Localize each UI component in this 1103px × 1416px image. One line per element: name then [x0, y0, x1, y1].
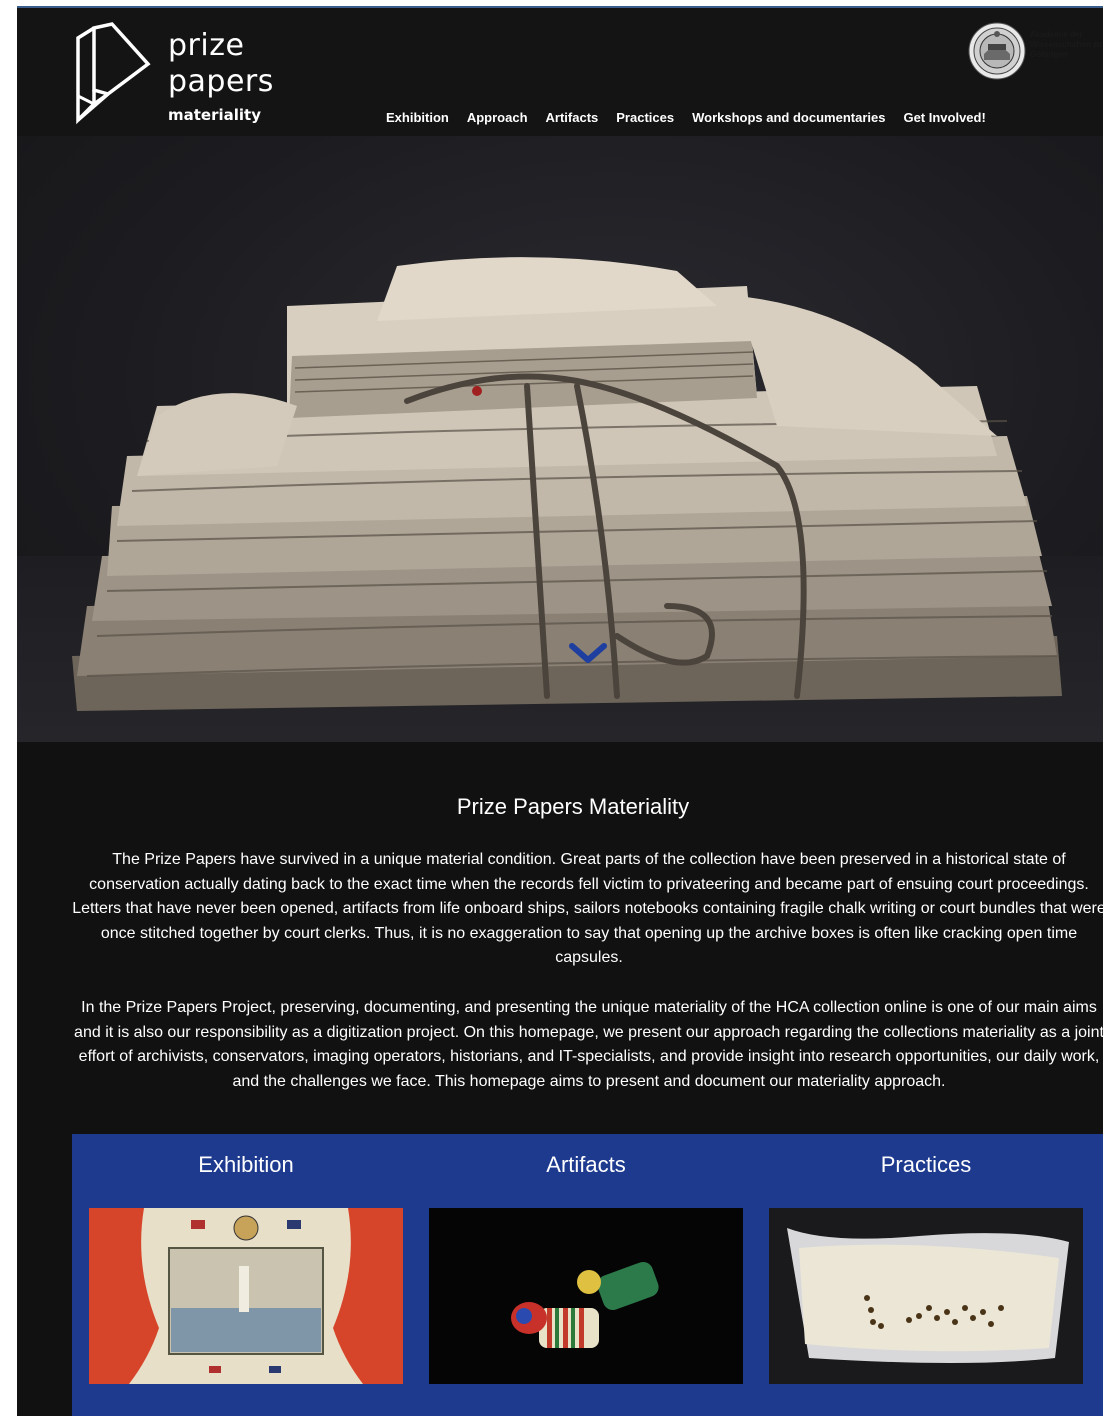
nav-approach[interactable]: Approach [467, 108, 528, 130]
nav-artifacts[interactable]: Artifacts [546, 108, 599, 130]
intro-title: Prize Papers Materiality [456, 794, 690, 819]
top-border [0, 0, 1103, 8]
lighthouse-painting-image [89, 1208, 403, 1384]
card-exhibition[interactable]: Exhibition [89, 1134, 403, 1416]
stack-of-old-papers-image [72, 257, 1062, 711]
card-artifacts-title: Artifacts [546, 1152, 626, 1177]
section-cards: Exhibition Artifacts Practices [72, 1134, 1103, 1416]
logo-subtitle: materiality [168, 106, 261, 124]
page: prize papers materiality Akademie der Wi… [17, 8, 1103, 1416]
chevron-down-icon[interactable] [568, 640, 608, 668]
nav-practices[interactable]: Practices [616, 108, 674, 130]
striped-beads-image [429, 1208, 743, 1384]
academy-seal-icon [968, 22, 1026, 80]
card-practices-title: Practices [880, 1152, 972, 1177]
nav-exhibition[interactable]: Exhibition [386, 108, 449, 130]
nav-get-involved[interactable]: Get Involved! [903, 108, 985, 130]
intro-paragraph-2: In the Prize Papers Project, preserving,… [74, 999, 1103, 1090]
main-nav: Exhibition Approach Artifacts Practices … [386, 108, 1004, 130]
academy-seal-link[interactable] [968, 22, 1026, 80]
card-artifacts[interactable]: Artifacts [429, 1134, 743, 1416]
site-logo[interactable]: prize papers materiality [72, 20, 302, 130]
card-practices[interactable]: Practices [769, 1134, 1083, 1416]
seeds-in-paper-image [769, 1208, 1083, 1384]
logo-word-prize: prize [168, 28, 245, 63]
logo-word-papers: papers [168, 64, 274, 99]
site-header: prize papers materiality Akademie der Wi… [17, 8, 1103, 136]
hero-banner [17, 136, 1103, 742]
intro-paragraph-1: The Prize Papers have survived in a uniq… [72, 851, 1103, 967]
nav-workshops[interactable]: Workshops and documentaries [692, 108, 885, 130]
folded-paper-icon [76, 22, 151, 125]
academy-name: Akademie der Wissenschaften zu Göttingen [1030, 30, 1102, 59]
card-exhibition-title: Exhibition [198, 1152, 294, 1177]
